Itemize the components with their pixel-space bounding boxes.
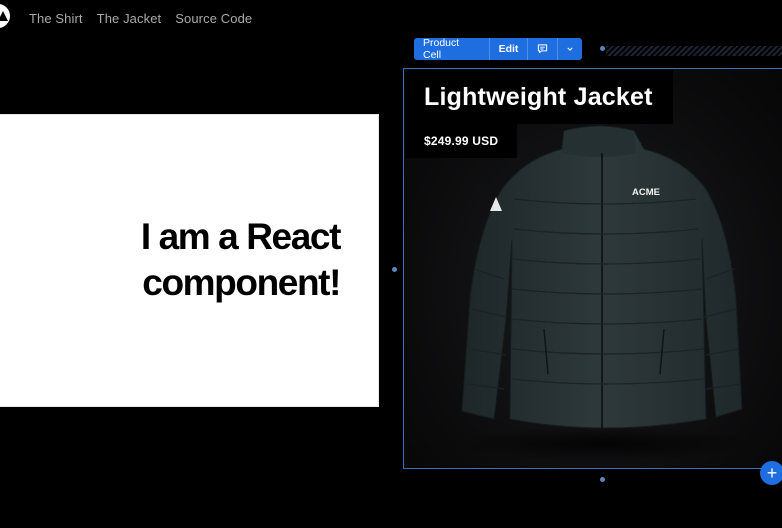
top-nav: The Shirt The Jacket Source Code [29,11,252,26]
comment-icon[interactable] [528,38,558,60]
resize-handle-bottom[interactable] [600,477,605,482]
component-label[interactable]: Product Cell [414,38,490,60]
resize-handle-left-outer[interactable] [392,267,397,272]
product-cell[interactable]: ACME Lightweight Jacket $249.99 USD [403,68,782,469]
add-section-button[interactable]: + [760,461,782,485]
jacket-image: ACME [454,125,754,462]
react-component-card: I am a React component! [0,114,379,407]
nav-link-source-code[interactable]: Source Code [175,11,252,26]
product-title-box: Lightweight Jacket [405,70,673,124]
chevron-down-icon[interactable] [558,38,582,60]
edit-button[interactable]: Edit [490,38,528,60]
nav-link-jacket[interactable]: The Jacket [97,11,162,26]
nav-link-shirt[interactable]: The Shirt [29,11,83,26]
component-toolbar: Product Cell Edit [414,38,582,60]
product-price: $249.99 USD [405,124,518,158]
logo-icon[interactable] [0,4,10,28]
product-title: Lightweight Jacket [424,82,653,111]
resize-handle-top[interactable] [600,46,605,51]
drop-zone-hatch [606,46,782,56]
brand-mark: ACME [632,187,660,198]
react-card-heading: I am a React component! [140,216,342,303]
